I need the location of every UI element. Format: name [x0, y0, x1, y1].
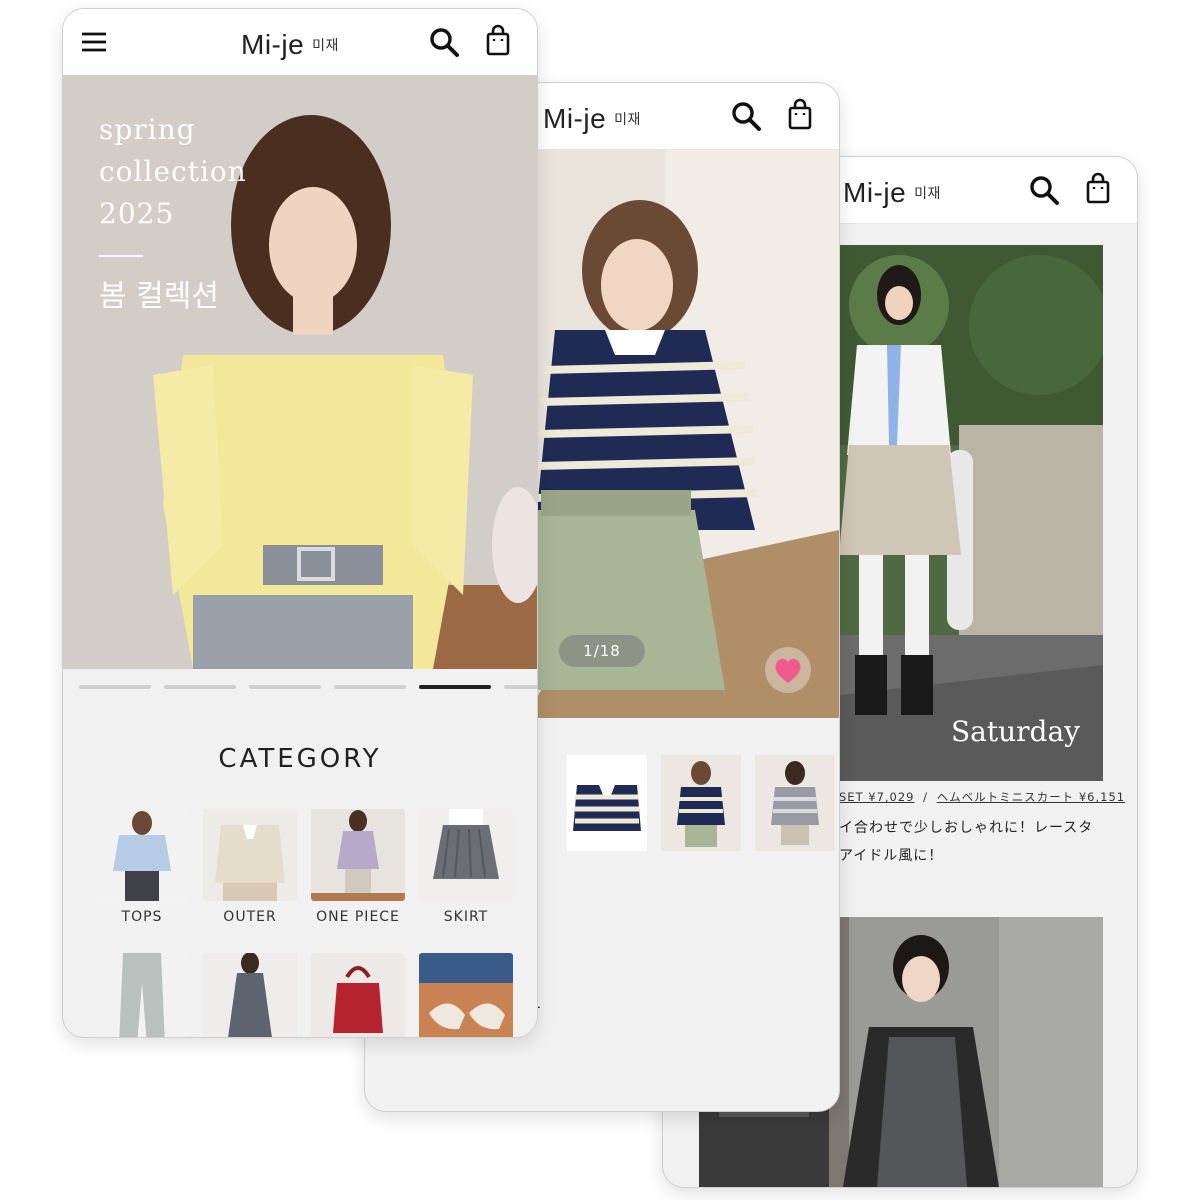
caption-line-1: イ合わせで少しおしゃれに！レースタ [839, 820, 1094, 836]
brand-korean: 미재 [312, 37, 339, 53]
product-separator: / [923, 790, 929, 804]
search-icon[interactable] [427, 25, 461, 59]
hero-korean-title: 봄 컬렉션 [99, 279, 219, 314]
shopping-bag-icon[interactable] [1081, 171, 1115, 205]
category-label-outer: OUTER [223, 909, 277, 925]
category-tile-bag[interactable] [311, 953, 405, 1037]
brand-name: Mi-je [543, 103, 607, 134]
brand-korean: 미재 [614, 111, 641, 127]
hero-title-line2: collection [99, 155, 247, 188]
brand-logo[interactable]: Mi-je 미재 [241, 29, 339, 61]
search-icon[interactable] [1027, 173, 1061, 207]
carousel-dot[interactable] [504, 685, 537, 689]
image-counter: 1/18 [559, 635, 645, 667]
product-thumbnail[interactable] [567, 755, 647, 851]
carousel-dot[interactable] [334, 685, 406, 689]
category-label-skirt: SKIRT [443, 909, 489, 925]
hero-title-line3: 2025 [99, 197, 175, 230]
brand-name: Mi-je [843, 177, 907, 208]
product-thumbnail[interactable] [661, 755, 741, 851]
brand-korean: 미재 [914, 185, 941, 201]
category-label-tops: TOPS [121, 909, 163, 925]
brand-logo[interactable]: Mi-je 미재 [543, 103, 641, 135]
category-heading: CATEGORY [218, 744, 382, 774]
hero-title-line1: spring [99, 113, 196, 146]
street-style-photo[interactable] [839, 245, 1103, 781]
category-tile-tops[interactable] [95, 809, 189, 901]
favorite-button[interactable] [765, 647, 811, 693]
category-label-one-piece: ONE PIECE [316, 909, 400, 925]
phone-screen-home: Mi-je 미재 spring collection 2025 봄 컬렉션 CA… [62, 8, 538, 1038]
heart-icon [775, 658, 801, 683]
shopping-bag-icon[interactable] [481, 23, 515, 57]
search-icon[interactable] [729, 99, 763, 133]
carousel-dot[interactable] [164, 685, 236, 689]
product-thumbnail[interactable] [755, 755, 835, 851]
brand-name: Mi-je [241, 29, 305, 60]
carousel-dot[interactable] [79, 685, 151, 689]
brand-logo[interactable]: Mi-je 미재 [843, 177, 941, 209]
caption-line-2: アイドル風に！ [839, 848, 944, 864]
product-links: SET ¥7,029 / ヘムベルトミニスカート ¥6,151 [839, 789, 1125, 805]
carousel-dot-active[interactable] [419, 685, 491, 689]
category-tile-shoes[interactable] [419, 953, 513, 1037]
shopping-bag-icon[interactable] [783, 97, 817, 131]
hero-divider [99, 255, 143, 257]
category-tile-skirt[interactable] [419, 809, 513, 901]
category-tile-dress[interactable] [203, 953, 297, 1037]
product-link-set[interactable]: SET ¥7,029 [839, 790, 915, 804]
menu-icon[interactable] [77, 25, 111, 59]
header: Mi-je 미재 [63, 9, 537, 76]
photo-overlay-text: Saturday [951, 715, 1080, 748]
category-tile-outer[interactable] [203, 809, 297, 901]
category-tile-pants[interactable] [95, 953, 189, 1037]
category-tile-one-piece[interactable] [311, 809, 405, 901]
product-link-skirt[interactable]: ヘムベルトミニスカート ¥6,151 [937, 790, 1125, 804]
carousel-dot[interactable] [249, 685, 321, 689]
